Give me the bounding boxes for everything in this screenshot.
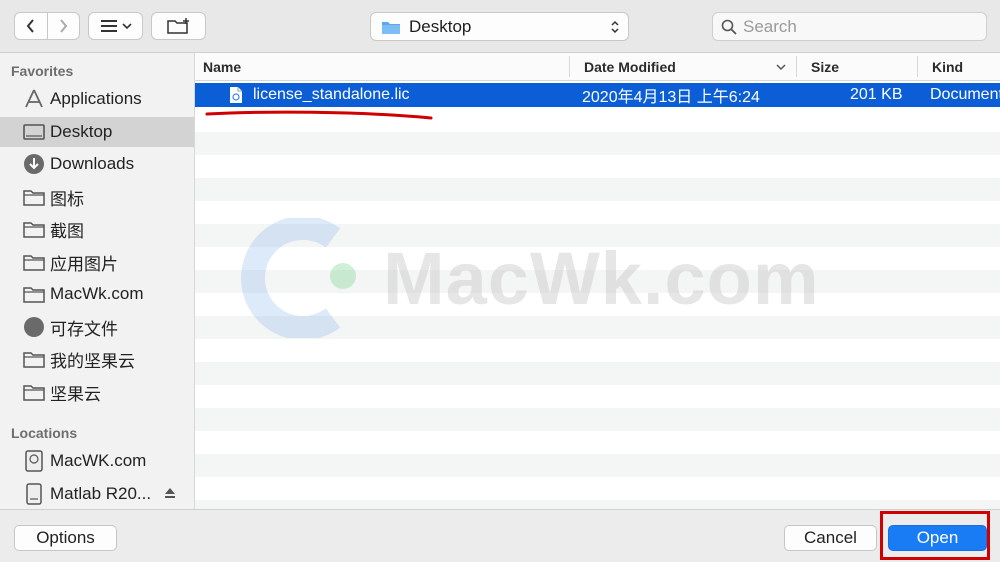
folder-icon bbox=[22, 282, 46, 306]
empty-row bbox=[195, 500, 1000, 509]
sidebar-item-folder-6[interactable]: 坚果云 bbox=[0, 377, 194, 407]
empty-row bbox=[195, 362, 1000, 385]
sidebar-item-label: 我的坚果云 bbox=[50, 351, 135, 371]
sidebar-item-label: MacWK.com bbox=[50, 451, 147, 470]
file-kind: Document bbox=[930, 86, 1000, 103]
chevron-updown-icon bbox=[611, 20, 619, 33]
sidebar-item-folder-1[interactable]: 图标 bbox=[0, 182, 194, 212]
sidebar-item-label: 坚果云 bbox=[50, 384, 101, 404]
sidebar-item-label: 图标 bbox=[50, 189, 84, 209]
column-size[interactable]: Size bbox=[811, 53, 839, 80]
sidebar-item-folder-5[interactable]: 我的坚果云 bbox=[0, 344, 194, 374]
sidebar-item-applications[interactable]: Applications bbox=[0, 84, 194, 114]
sidebar: Favorites Applications Desktop Downloads… bbox=[0, 53, 195, 509]
options-button[interactable]: Options bbox=[14, 525, 117, 551]
column-date-modified[interactable]: Date Modified bbox=[584, 53, 676, 80]
empty-row bbox=[195, 270, 1000, 293]
view-mode-button[interactable] bbox=[88, 12, 143, 40]
sidebar-item-label: 截图 bbox=[50, 221, 84, 241]
red-underline-annotation bbox=[205, 110, 433, 120]
sidebar-item-desktop[interactable]: Desktop bbox=[0, 117, 194, 147]
location-label: Desktop bbox=[409, 16, 472, 36]
folder-icon bbox=[22, 217, 46, 241]
applications-icon bbox=[22, 87, 46, 111]
sidebar-item-folder-3[interactable]: 应用图片 bbox=[0, 247, 194, 277]
sidebar-item-matlab[interactable]: Matlab R20... bbox=[0, 479, 194, 509]
empty-row bbox=[195, 224, 1000, 247]
table-row[interactable]: license_standalone.lic 2020年4月13日 上午6:24… bbox=[195, 83, 1000, 107]
column-divider bbox=[569, 56, 570, 77]
sidebar-item-label: Downloads bbox=[50, 154, 135, 173]
file-list: Name Date Modified Size Kind license_sta… bbox=[195, 53, 1000, 509]
footer-bar: Options Cancel Open bbox=[0, 509, 1000, 562]
circle-icon bbox=[22, 315, 46, 339]
folder-icon bbox=[22, 347, 46, 371]
search-icon bbox=[721, 19, 737, 35]
disk-image-icon bbox=[22, 482, 46, 506]
chevron-right-icon bbox=[60, 19, 68, 33]
desktop-icon bbox=[22, 120, 46, 144]
column-divider bbox=[917, 56, 918, 77]
back-forward-control bbox=[14, 12, 80, 40]
file-date: 2020年4月13日 上午6:24 bbox=[582, 89, 760, 106]
document-icon bbox=[229, 83, 243, 107]
file-size: 201 KB bbox=[850, 86, 903, 103]
sidebar-item-folder-4[interactable]: MacWk.com bbox=[0, 279, 194, 309]
column-divider bbox=[796, 56, 797, 77]
cancel-button[interactable]: Cancel bbox=[784, 525, 877, 551]
column-name[interactable]: Name bbox=[203, 53, 241, 80]
toolbar: Desktop bbox=[0, 0, 1000, 53]
folder-icon bbox=[382, 21, 400, 34]
empty-row bbox=[195, 454, 1000, 477]
empty-row bbox=[195, 178, 1000, 201]
chevron-left-icon bbox=[26, 19, 34, 33]
empty-row bbox=[195, 132, 1000, 155]
column-kind[interactable]: Kind bbox=[932, 53, 963, 80]
file-name: license_standalone.lic bbox=[253, 86, 410, 103]
folder-icon bbox=[22, 380, 46, 404]
list-view-icon bbox=[100, 20, 132, 32]
sidebar-item-circle[interactable]: 可存文件 bbox=[0, 312, 194, 342]
eject-icon[interactable] bbox=[164, 487, 176, 499]
new-folder-icon bbox=[166, 18, 189, 34]
favorites-heading: Favorites bbox=[11, 63, 74, 79]
hard-drive-icon bbox=[22, 449, 46, 473]
sidebar-item-label: 可存文件 bbox=[50, 319, 118, 339]
sidebar-item-folder-2[interactable]: 截图 bbox=[0, 214, 194, 244]
empty-row bbox=[195, 408, 1000, 431]
location-popup[interactable]: Desktop bbox=[370, 12, 629, 41]
red-box-annotation bbox=[880, 511, 990, 560]
new-folder-button[interactable] bbox=[151, 12, 206, 40]
search-input[interactable] bbox=[741, 15, 965, 38]
sidebar-item-label: Matlab R20... bbox=[50, 484, 152, 503]
column-header: Name Date Modified Size Kind bbox=[195, 53, 1000, 81]
folder-icon bbox=[22, 185, 46, 209]
sidebar-item-downloads[interactable]: Downloads bbox=[0, 149, 194, 179]
sidebar-item-macwk-drive[interactable]: MacWK.com bbox=[0, 446, 194, 476]
back-button[interactable] bbox=[15, 13, 47, 39]
sidebar-item-label: Applications bbox=[50, 89, 142, 108]
locations-heading: Locations bbox=[11, 425, 78, 441]
forward-button[interactable] bbox=[46, 13, 80, 39]
empty-row bbox=[195, 316, 1000, 339]
downloads-icon bbox=[22, 152, 46, 176]
sidebar-item-label: 应用图片 bbox=[50, 254, 118, 274]
sidebar-item-label: MacWk.com bbox=[50, 284, 144, 303]
search-field[interactable] bbox=[712, 12, 987, 41]
folder-icon bbox=[22, 250, 46, 274]
chevron-down-icon[interactable] bbox=[775, 62, 787, 72]
sidebar-item-label: Desktop bbox=[50, 122, 113, 141]
